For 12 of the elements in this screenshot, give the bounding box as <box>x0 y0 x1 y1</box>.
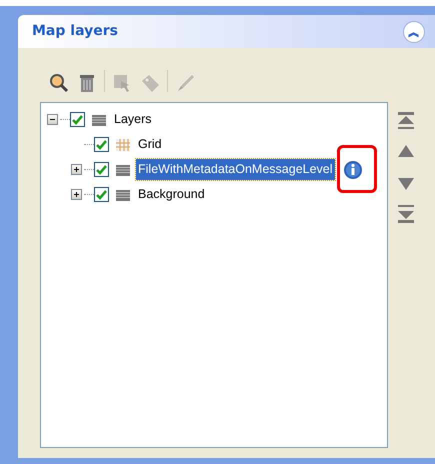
panel-title: Map layers <box>32 22 118 41</box>
checkbox[interactable] <box>94 162 109 177</box>
tree-item[interactable]: FileWithMetadataOnMessageLevel <box>136 159 335 180</box>
tree-item[interactable]: Background <box>136 184 207 205</box>
grid-icon <box>115 136 131 152</box>
tree-item[interactable]: Grid <box>136 134 164 155</box>
checkbox[interactable] <box>70 112 85 127</box>
checkbox[interactable] <box>94 187 109 202</box>
info-icon[interactable] <box>342 160 363 180</box>
checkbox[interactable] <box>94 137 109 152</box>
collapse-button[interactable]: ︽ <box>403 20 425 42</box>
tree-item[interactable]: Layers <box>112 109 154 130</box>
